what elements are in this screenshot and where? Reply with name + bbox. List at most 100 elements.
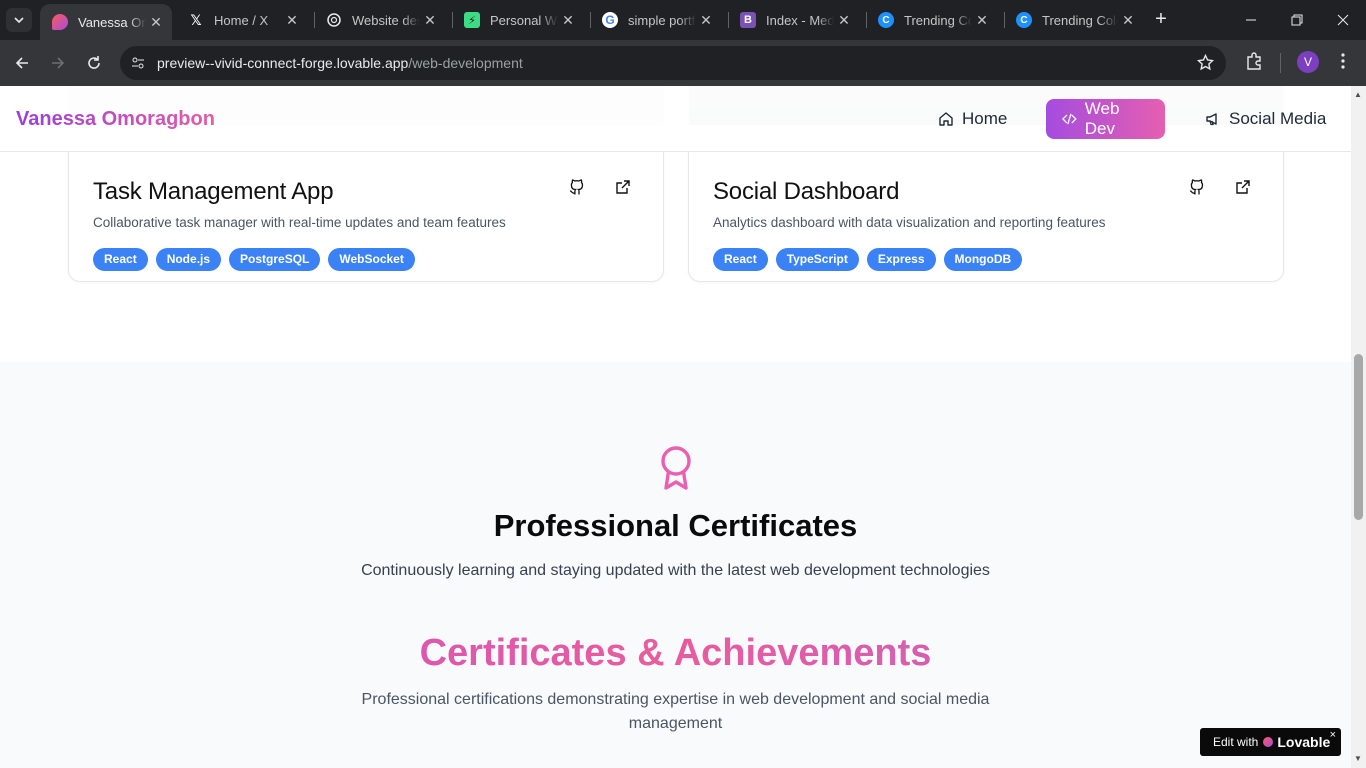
openai-icon [326,12,342,28]
scroll-up-arrow-icon[interactable]: ▲ [1354,90,1362,99]
project-title: Social Dashboard [713,178,900,205]
tab-search-button[interactable] [6,8,32,32]
tab-trending-colors-2[interactable]: C Trending Colors ✕ [1004,0,1144,40]
chevron-down-icon [14,17,24,24]
back-button[interactable] [8,49,36,77]
more-menu-icon[interactable] [1338,52,1348,75]
arrow-left-icon [15,57,28,69]
tag-badge: React [713,248,768,271]
tab-title: Index - Media [766,12,834,28]
browser-tab-strip: Vanessa Omoragbon ✕ 𝕏 Home / X ✕ Website… [0,0,1366,40]
tab-title: Trending Colors [1042,12,1118,28]
project-links [1189,179,1251,200]
bookmark-star-icon[interactable] [1196,53,1215,76]
browser-toolbar: preview--vivid-connect-forge.lovable.app… [0,40,1366,86]
edit-with-lovable-badge[interactable]: Edit with Lovable × [1200,728,1341,756]
close-tab-icon[interactable]: ✕ [696,12,716,29]
profile-avatar[interactable]: V [1297,51,1319,73]
tab-title: Trending Colors [904,12,972,28]
tag-badge: MongoDB [943,248,1023,271]
coolors-icon: C [878,12,894,28]
close-window-button[interactable] [1320,0,1366,40]
megaphone-icon [1206,113,1217,126]
nav-home[interactable]: Home [922,99,1023,139]
tab-title: Home / X [214,12,269,28]
page-viewport: Task Management App Collaborative task m… [0,86,1351,768]
lovable-heart-icon [52,14,68,30]
tag-badge: Express [866,248,936,271]
toolbar-divider [1280,53,1281,73]
extensions-icon[interactable] [1245,52,1263,75]
close-icon [1337,14,1349,26]
tag-badge: PostgreSQL [229,248,321,271]
external-link-icon[interactable] [1235,179,1251,200]
close-tab-icon[interactable]: ✕ [834,12,854,29]
tab-personal-website[interactable]: ⚡ Personal Website ✕ [452,0,584,40]
minimize-icon [1246,19,1256,21]
url-text[interactable]: preview--vivid-connect-forge.lovable.app… [157,55,523,71]
tab-index-media[interactable]: B Index - Media ✕ [728,0,860,40]
tab-vanessa[interactable]: Vanessa Omoragbon ✕ [40,4,172,40]
tag-badge: Node.js [155,248,222,271]
badge-close-icon[interactable]: × [1330,729,1336,741]
nav-label: Web Dev [1084,99,1120,138]
external-link-icon[interactable] [615,179,631,200]
project-tags: React Node.js PostgreSQL WebSocket [93,248,415,271]
nav-label: Home [962,109,1008,128]
project-description: Collaborative task manager with real-tim… [93,215,506,230]
home-icon [939,112,953,126]
restore-button[interactable] [1274,0,1320,40]
page-scrollbar[interactable]: ▲ ▼ [1351,86,1366,768]
reload-button[interactable] [80,49,108,77]
github-icon[interactable] [569,179,585,200]
tag-badge: WebSocket [328,248,415,271]
reload-icon [88,56,100,69]
close-tab-icon[interactable]: ✕ [420,12,440,29]
tab-title: Vanessa Omoragbon [78,14,146,30]
github-icon[interactable] [1189,179,1205,200]
site-header: Vanessa Omoragbon Home Web Dev Social Me… [0,86,1351,152]
minimize-button[interactable] [1228,0,1274,40]
builder-icon: ⚡ [464,12,480,28]
tab-x[interactable]: 𝕏 Home / X ✕ [176,0,308,40]
x-icon: 𝕏 [190,11,202,28]
tag-badge: React [93,248,148,271]
close-tab-icon[interactable]: ✕ [146,14,166,31]
tab-title: Website design [352,12,420,28]
arrow-right-icon [52,57,65,69]
project-title: Task Management App [93,178,334,205]
close-tab-icon[interactable]: ✕ [558,12,578,29]
google-icon: G [602,12,618,28]
tab-title: Personal Website [490,12,558,28]
close-tab-icon[interactable]: ✕ [972,12,992,29]
coolors-icon: C [1016,12,1032,28]
forward-button[interactable] [44,49,72,77]
nav-web-dev[interactable]: Web Dev [1046,99,1165,139]
certificates-subtitle: Continuously learning and staying update… [361,562,990,579]
close-tab-icon[interactable]: ✕ [1118,12,1138,29]
address-bar[interactable]: preview--vivid-connect-forge.lovable.app… [120,46,1226,80]
tag-badge: TypeScript [775,248,859,271]
certificates-section: Professional Certificates Continuously l… [0,362,1351,768]
site-brand[interactable]: Vanessa Omoragbon [16,108,215,131]
nav-social-media[interactable]: Social Media [1189,99,1342,139]
achievements-heading: Certificates & Achievements [0,632,1351,675]
bootstrap-icon: B [740,12,756,28]
lovable-heart-icon [1263,737,1274,747]
code-icon [1062,113,1077,125]
badge-prefix: Edit with [1213,735,1259,749]
site-info-icon[interactable] [126,51,150,75]
url-path: /web-development [408,55,523,71]
project-links [569,179,631,200]
close-tab-icon[interactable]: ✕ [282,12,302,29]
tab-simple-portfolio[interactable]: G simple portfolio ✕ [590,0,722,40]
award-icon [659,444,693,495]
scroll-down-arrow-icon[interactable]: ▼ [1354,754,1362,763]
achievements-subtitle: Professional certifications demonstratin… [361,691,990,732]
project-description: Analytics dashboard with data visualizat… [713,215,1106,230]
scrollbar-thumb[interactable] [1354,354,1363,520]
restore-icon [1291,14,1303,26]
tab-website-design[interactable]: Website design ✕ [314,0,446,40]
tab-trending-colors[interactable]: C Trending Colors ✕ [866,0,998,40]
new-tab-button[interactable]: + [1150,8,1172,32]
